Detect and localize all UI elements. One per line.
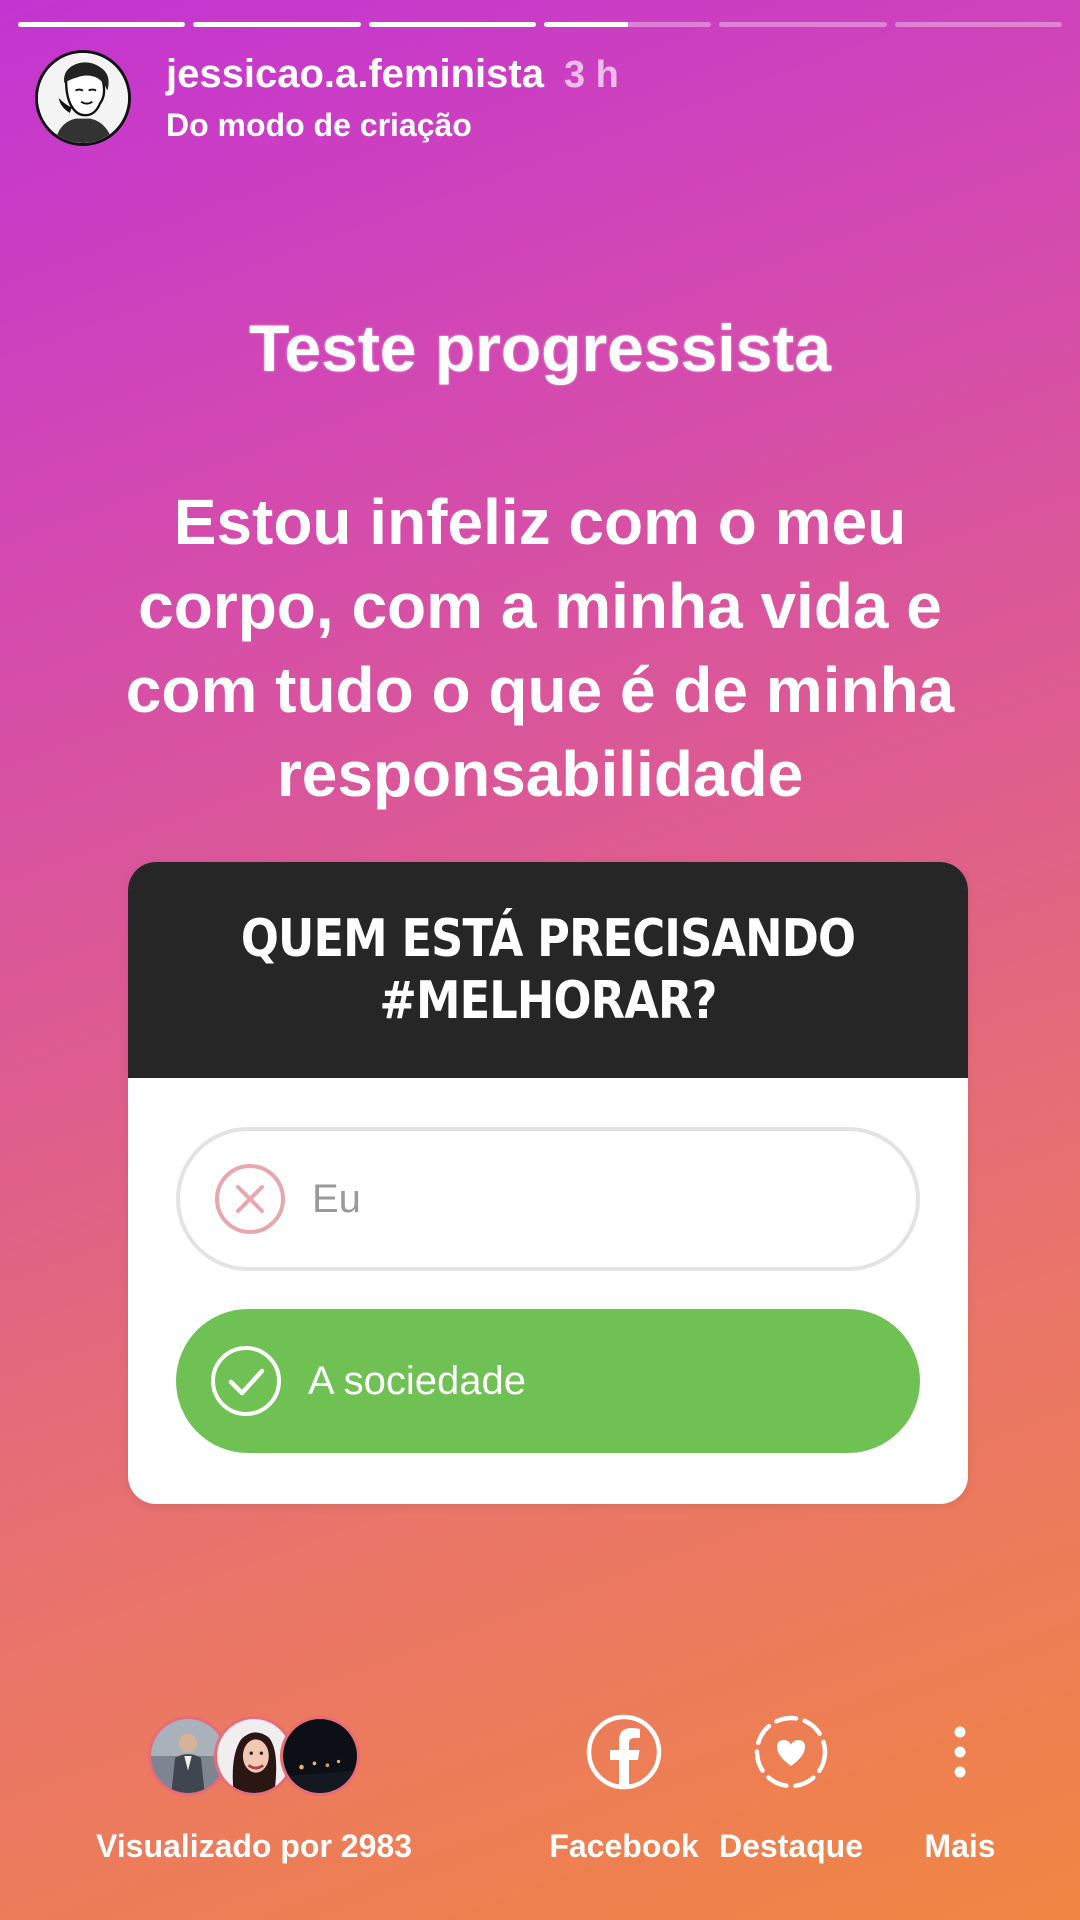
progress-segment-current <box>543 22 712 27</box>
quiz-option-label: A sociedade <box>308 1358 526 1403</box>
story-header: jessicao.a.feminista 3 h Do modo de cria… <box>35 50 619 146</box>
progress-segment <box>894 22 1062 27</box>
check-circle-icon <box>210 1345 282 1417</box>
progress-segment <box>193 22 361 27</box>
quiz-option-eu[interactable]: Eu <box>176 1127 920 1271</box>
highlight-heart-icon <box>751 1712 831 1792</box>
more-label: Mais <box>924 1828 996 1864</box>
viewer-avatar-icon <box>280 1716 360 1796</box>
highlight-label: Destaque <box>718 1828 864 1864</box>
story-source[interactable]: Do modo de criação <box>166 107 619 144</box>
highlight-button[interactable]: Destaque <box>711 1712 871 1864</box>
story-progress-bar <box>18 22 1062 27</box>
more-button[interactable]: Mais <box>880 1712 1040 1864</box>
progress-segment <box>18 22 186 27</box>
story-statement: Estou infeliz com o meu corpo, com a min… <box>125 486 955 810</box>
story-title: Teste progressista <box>248 311 831 385</box>
viewer-avatars[interactable] <box>148 1716 360 1796</box>
quiz-option-a-sociedade[interactable]: A sociedade <box>176 1309 920 1453</box>
x-circle-icon <box>214 1163 286 1235</box>
viewers-count-label[interactable]: Visualizado por 2983 <box>96 1828 412 1865</box>
quiz-sticker: QUEM ESTÁ PRECISANDO #MELHORAR? Eu A soc… <box>128 862 968 1504</box>
progress-segment <box>719 22 887 27</box>
username[interactable]: jessicao.a.feminista <box>166 52 544 97</box>
more-vertical-icon <box>920 1712 1000 1792</box>
quiz-option-label: Eu <box>312 1176 361 1221</box>
facebook-share-button[interactable]: Facebook <box>544 1712 704 1864</box>
quiz-question: QUEM ESTÁ PRECISANDO #MELHORAR? <box>128 862 968 1078</box>
progress-segment <box>368 22 536 27</box>
facebook-icon <box>584 1712 664 1792</box>
facebook-label: Facebook <box>549 1828 699 1864</box>
post-time: 3 h <box>563 54 619 96</box>
profile-avatar-icon[interactable] <box>35 50 131 146</box>
